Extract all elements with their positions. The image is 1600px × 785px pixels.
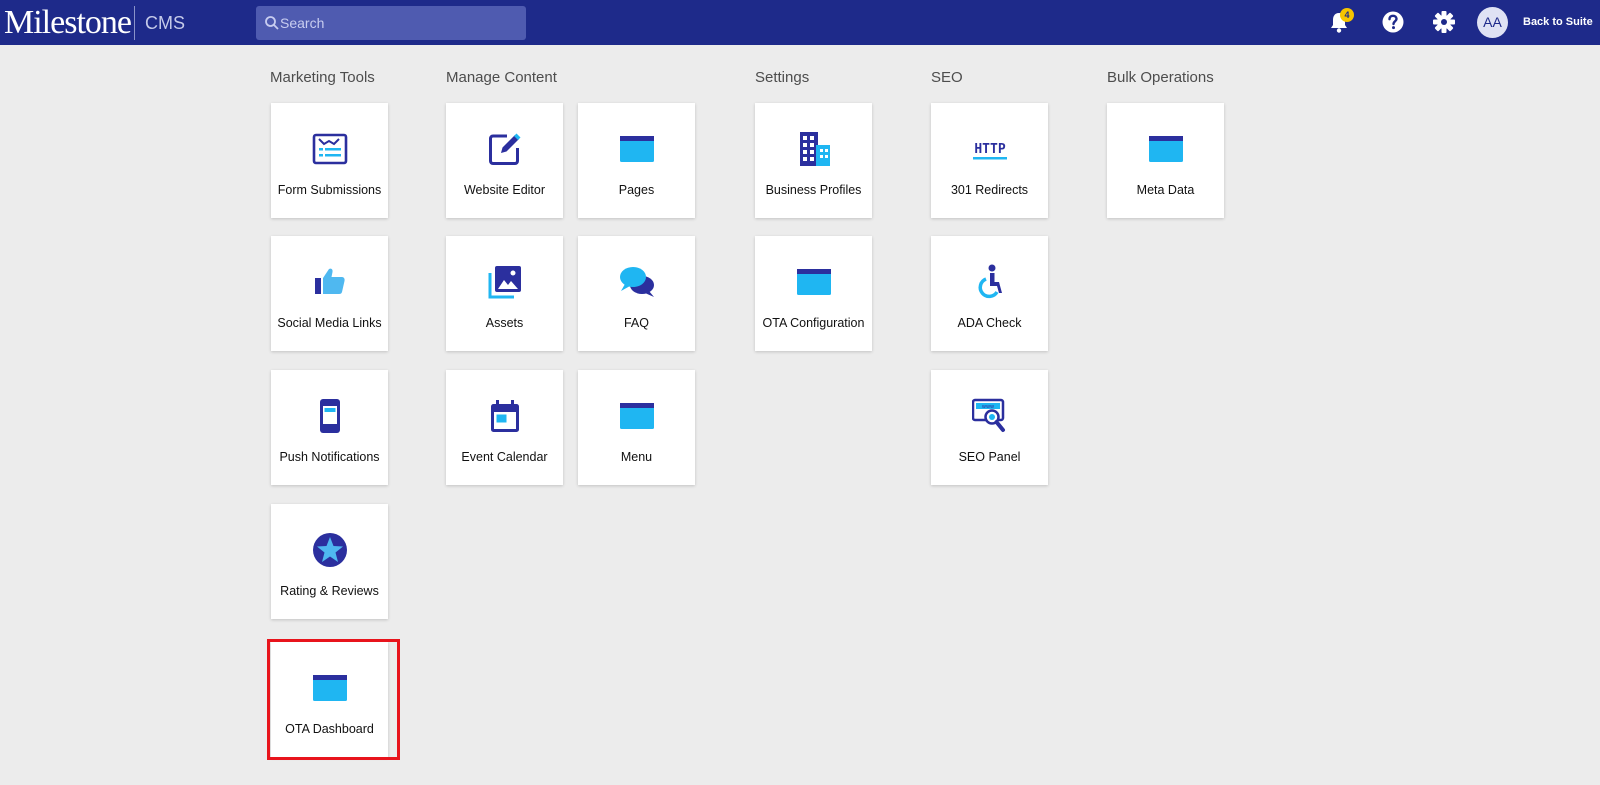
help-icon[interactable]: [1379, 8, 1407, 36]
tile-label: Event Calendar: [461, 450, 548, 464]
calendar-icon: [491, 400, 519, 432]
chat-bubbles-icon: [620, 267, 654, 297]
tile-label: Social Media Links: [277, 316, 382, 330]
edit-pencil-icon: [489, 133, 521, 165]
tile-label: Business Profiles: [765, 183, 862, 197]
star-rating-icon: [313, 533, 347, 567]
section-title-marketing-tools: Marketing Tools: [270, 69, 375, 86]
http-redirect-icon: HTTP: [973, 142, 1007, 160]
tile-label: FAQ: [623, 316, 649, 330]
milestone-logo[interactable]: Milestone: [4, 3, 132, 43]
search-box[interactable]: [256, 6, 526, 40]
settings-gear-icon[interactable]: [1430, 8, 1458, 36]
search-icon: [265, 16, 279, 30]
svg-text:HTTP: HTTP: [974, 142, 1005, 157]
tile-label: Rating & Reviews: [280, 584, 379, 598]
top-navigation-bar: Milestone CMS 4 AA Back to Suite: [0, 0, 1600, 45]
tile-label: 301 Redirects: [950, 183, 1029, 197]
section-title-bulk-operations: Bulk Operations: [1107, 69, 1214, 86]
logo-divider: [134, 6, 135, 40]
tile-assets[interactable]: Assets: [446, 236, 563, 351]
tile-label: Push Notifications: [279, 450, 380, 464]
tile-faq[interactable]: FAQ: [578, 236, 695, 351]
tile-label: Website Editor: [463, 183, 546, 197]
tile-ota-configuration[interactable]: OTA Configuration: [755, 236, 872, 351]
image-gallery-icon: [488, 266, 521, 299]
svg-text:www: www: [982, 404, 994, 410]
thumbs-up-icon: [315, 268, 345, 294]
window-card-icon: [620, 136, 654, 162]
tile-push-notifications[interactable]: Push Notifications: [271, 370, 388, 485]
tile-social-media-links[interactable]: Social Media Links: [271, 236, 388, 351]
tile-rating-reviews[interactable]: Rating & Reviews: [271, 504, 388, 619]
window-card-icon: [1149, 136, 1183, 162]
tile-business-profiles[interactable]: Business Profiles: [755, 103, 872, 218]
accessibility-wheelchair-icon: [978, 264, 1002, 299]
tile-label: SEO Panel: [958, 450, 1021, 464]
section-title-seo: SEO: [931, 69, 963, 86]
tile-label: Meta Data: [1136, 183, 1195, 197]
tile-menu[interactable]: Menu: [578, 370, 695, 485]
tile-label: Form Submissions: [277, 183, 382, 197]
tile-meta-data[interactable]: Meta Data: [1107, 103, 1224, 218]
office-building-icon: [800, 132, 830, 166]
tile-label: Pages: [618, 183, 655, 197]
app-name: CMS: [145, 13, 185, 33]
tile-seo-panel[interactable]: www SEO Panel: [931, 370, 1048, 485]
section-title-settings: Settings: [755, 69, 810, 86]
mobile-phone-icon: [320, 399, 340, 433]
tile-label: ADA Check: [957, 316, 1022, 330]
tile-form-submissions[interactable]: Form Submissions: [271, 103, 388, 218]
tile-ada-check[interactable]: ADA Check: [931, 236, 1048, 351]
user-avatar[interactable]: AA: [1477, 7, 1508, 38]
window-card-icon: [797, 269, 831, 295]
tile-ota-dashboard[interactable]: OTA Dashboard: [271, 642, 388, 757]
section-title-manage-content: Manage Content: [446, 69, 557, 86]
tile-pages[interactable]: Pages: [578, 103, 695, 218]
tile-label: Menu: [620, 450, 653, 464]
form-icon: [312, 133, 348, 165]
tile-301-redirects[interactable]: HTTP 301 Redirects: [931, 103, 1048, 218]
tile-label: OTA Configuration: [762, 316, 865, 330]
tile-label: Assets: [485, 316, 524, 330]
notification-count-badge: 4: [1340, 8, 1354, 22]
window-card-icon: [313, 675, 347, 701]
window-card-icon: [620, 403, 654, 429]
tile-label: OTA Dashboard: [285, 722, 374, 736]
search-input[interactable]: [280, 6, 520, 40]
web-search-icon: www: [972, 398, 1005, 432]
tile-event-calendar[interactable]: Event Calendar: [446, 370, 563, 485]
back-to-suite-link[interactable]: Back to Suite: [1523, 16, 1593, 28]
tile-website-editor[interactable]: Website Editor: [446, 103, 563, 218]
